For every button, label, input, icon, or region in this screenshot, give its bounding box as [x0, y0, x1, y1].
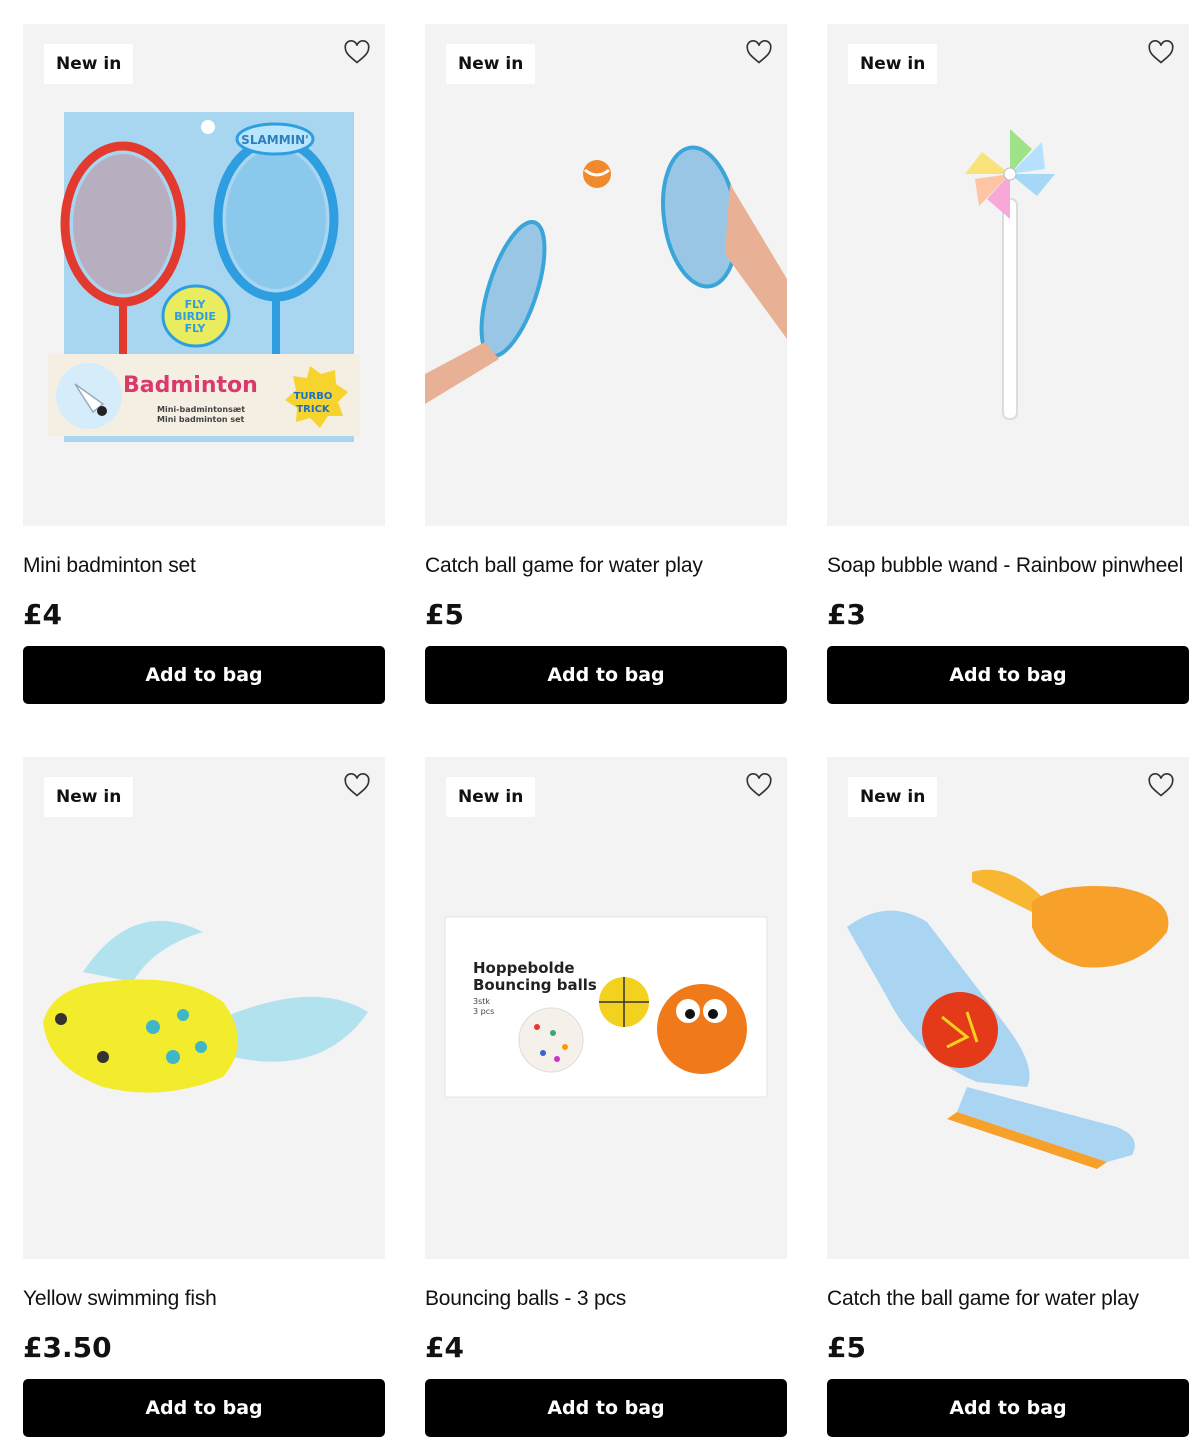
new-in-badge: New in — [446, 777, 536, 817]
svg-text:Mini badminton set: Mini badminton set — [157, 415, 245, 424]
svg-text:TURBO: TURBO — [294, 391, 333, 402]
product-title[interactable]: Catch the ball game for water play — [827, 1287, 1197, 1311]
add-to-bag-button[interactable]: Add to bag — [827, 646, 1189, 704]
product-price: £3 — [827, 598, 866, 631]
heart-icon[interactable] — [343, 771, 371, 799]
catch-ball-illustration — [425, 145, 787, 404]
svg-text:Bouncing balls: Bouncing balls — [473, 976, 597, 994]
add-to-bag-button[interactable]: Add to bag — [425, 1379, 787, 1437]
new-in-badge: New in — [44, 777, 134, 817]
svg-text:3 pcs: 3 pcs — [473, 1007, 494, 1016]
heart-icon[interactable] — [1147, 771, 1175, 799]
svg-text:FLY: FLY — [185, 322, 207, 335]
new-in-badge: New in — [44, 44, 134, 84]
product-title[interactable]: Bouncing balls - 3 pcs — [425, 1287, 795, 1311]
new-in-badge: New in — [848, 777, 938, 817]
pinwheel-wand-illustration — [965, 129, 1055, 420]
product-price: £5 — [827, 1331, 866, 1364]
add-to-bag-button[interactable]: Add to bag — [425, 646, 787, 704]
product-price: £5 — [425, 598, 464, 631]
heart-icon[interactable] — [343, 38, 371, 66]
badminton-set-illustration: SLAMMIN' FLY BIRDIE FLY Badminton Mini-b… — [48, 112, 360, 442]
heart-icon[interactable] — [1147, 38, 1175, 66]
product-image[interactable]: New in — [23, 757, 385, 1259]
swimming-fish-illustration — [43, 920, 368, 1093]
product-image[interactable]: SLAMMIN' FLY BIRDIE FLY Badminton Mini-b… — [23, 24, 385, 526]
new-in-badge: New in — [446, 44, 536, 84]
svg-text:Hoppebolde: Hoppebolde — [473, 959, 575, 977]
heart-icon[interactable] — [745, 38, 773, 66]
bouncing-balls-illustration: Hoppebolde Bouncing balls 3stk 3 pcs — [444, 916, 768, 1098]
product-image[interactable]: New in — [827, 24, 1189, 526]
product-image[interactable]: Hoppebolde Bouncing balls 3stk 3 pcs New… — [425, 757, 787, 1259]
product-title[interactable]: Soap bubble wand - Rainbow pinwheel — [827, 554, 1197, 578]
svg-text:TRICK: TRICK — [296, 404, 331, 415]
svg-text:Badminton: Badminton — [123, 373, 258, 398]
add-to-bag-button[interactable]: Add to bag — [827, 1379, 1189, 1437]
product-image[interactable]: New in — [827, 757, 1189, 1259]
heart-icon[interactable] — [745, 771, 773, 799]
product-price: £3.50 — [23, 1331, 112, 1364]
product-price: £4 — [425, 1331, 464, 1364]
product-title[interactable]: Catch ball game for water play — [425, 554, 795, 578]
svg-text:Mini-badmintonsæt: Mini-badmintonsæt — [157, 405, 245, 414]
new-in-badge: New in — [848, 44, 938, 84]
product-title[interactable]: Yellow swimming fish — [23, 1287, 393, 1311]
svg-text:3stk: 3stk — [473, 997, 490, 1006]
svg-text:SLAMMIN': SLAMMIN' — [241, 133, 309, 147]
add-to-bag-button[interactable]: Add to bag — [23, 1379, 385, 1437]
catch-ball-scoops-illustration — [847, 869, 1169, 1169]
product-title[interactable]: Mini badminton set — [23, 554, 393, 578]
product-image[interactable]: New in — [425, 24, 787, 526]
product-price: £4 — [23, 598, 62, 631]
add-to-bag-button[interactable]: Add to bag — [23, 646, 385, 704]
